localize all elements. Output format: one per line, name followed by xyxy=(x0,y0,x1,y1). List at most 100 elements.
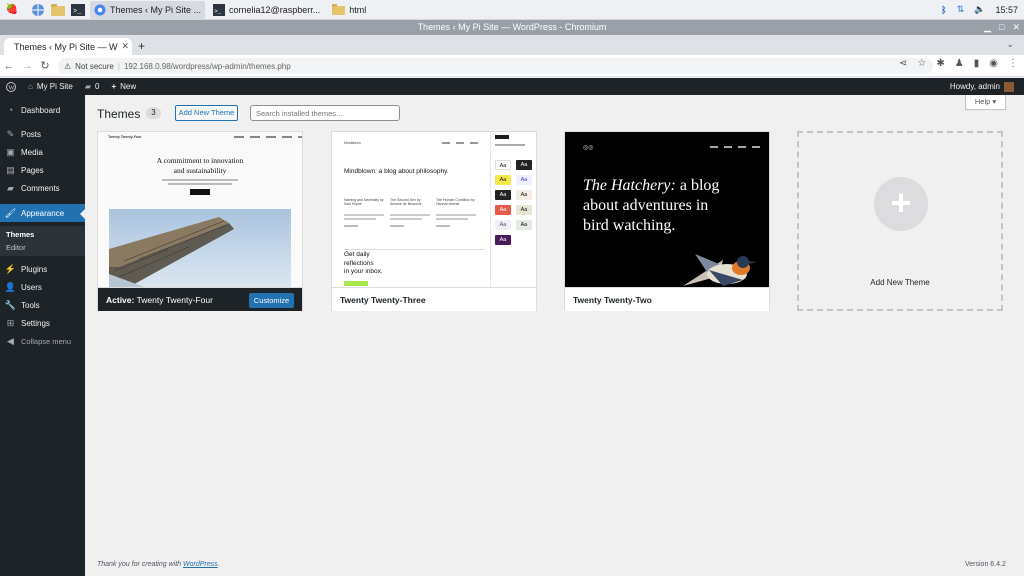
sidebar-item-pages[interactable]: ▤ Pages xyxy=(0,161,85,179)
theme-card-twenty-twenty-two[interactable]: ◎◎ The Hatchery: a blog about adventures… xyxy=(564,131,770,311)
side-panel-icon[interactable]: ▮ xyxy=(974,58,980,69)
sidebar-item-label: Pages xyxy=(21,165,44,175)
profile-icon[interactable]: ◉ xyxy=(989,58,998,69)
add-new-theme-label[interactable]: Add New Theme xyxy=(799,278,1001,287)
sidebar-item-dashboard[interactable]: ◔ Dashboard xyxy=(0,101,85,119)
theme-card-twenty-twenty-three[interactable]: Mindblown Mindblown: a blog about philos… xyxy=(331,131,537,311)
preview-text-line xyxy=(344,214,384,216)
style-swatch: Aa xyxy=(516,175,532,185)
sidebar-item-label: Media xyxy=(21,147,43,157)
preview-site-title: Twenty Twenty-Four xyxy=(108,135,142,139)
sidebar-item-appearance[interactable]: 🖌 Appearance xyxy=(0,204,85,222)
media-icon: ▣ xyxy=(6,146,15,157)
sidebar-item-comments[interactable]: ▰ Comments xyxy=(0,179,85,197)
taskbar-task-chromium[interactable]: Themes ‹ My Pi Site ... xyxy=(90,0,206,19)
network-icon[interactable]: ⇅ xyxy=(957,4,965,15)
new-content-link[interactable]: + New xyxy=(105,78,142,95)
security-label[interactable]: Not secure xyxy=(75,62,114,71)
submenu-item-themes[interactable]: Themes xyxy=(6,230,34,239)
volume-icon[interactable]: 🔈 xyxy=(974,4,985,15)
preview-text-line xyxy=(390,218,422,220)
theme-screenshot[interactable]: ◎◎ The Hatchery: a blog about adventures… xyxy=(565,132,769,287)
clock[interactable]: 15:57 xyxy=(995,5,1018,15)
taskbar-task-terminal[interactable]: >_ cornelia12@raspberr... xyxy=(209,1,324,19)
preview-text-line xyxy=(436,218,468,220)
back-icon[interactable]: ← xyxy=(0,60,18,72)
settings-icon: ⊞ xyxy=(6,317,15,328)
new-label: New xyxy=(120,82,137,91)
sidebar-item-posts[interactable]: ✎ Posts xyxy=(0,125,85,143)
page-title: Themes xyxy=(97,107,141,121)
tab-close-icon[interactable]: ✕ xyxy=(122,41,130,52)
terminal-icon: >_ xyxy=(213,3,226,16)
sidebar-item-media[interactable]: ▣ Media xyxy=(0,143,85,161)
preview-subscribe-button xyxy=(344,281,368,286)
footer-thanks-suffix: . xyxy=(217,561,220,568)
browser-menu-icon[interactable]: ⋮ xyxy=(1008,58,1018,69)
customize-button[interactable]: Customize xyxy=(249,293,294,308)
sidebar-item-plugins[interactable]: ⚡ Plugins xyxy=(0,260,85,278)
warning-icon[interactable]: ⚠ xyxy=(64,62,71,71)
preview-date xyxy=(344,225,358,227)
tab-search-icon[interactable]: ⌄ xyxy=(1006,39,1014,50)
plus-icon: + xyxy=(111,82,117,91)
bookmark-star-icon[interactable]: ☆ xyxy=(917,58,926,69)
sidebar-item-label: Settings xyxy=(21,318,50,328)
preview-headline-1: A commitment to innovation xyxy=(156,156,244,165)
terminal-launcher-icon[interactable]: >_ xyxy=(70,2,86,18)
raspberry-menu-icon[interactable]: 🍓 xyxy=(4,2,20,18)
pin-icon: ✎ xyxy=(6,128,15,139)
add-new-theme-card[interactable]: + Add New Theme xyxy=(797,131,1003,311)
wp-logo-icon[interactable]: W xyxy=(0,78,22,95)
window-title: Themes ‹ My Pi Site — WordPress - Chromi… xyxy=(417,22,607,32)
task-label: cornelia12@raspberr... xyxy=(229,4,321,15)
maximize-icon[interactable]: □ xyxy=(999,20,1004,35)
bluetooth-icon[interactable]: ᛒ xyxy=(941,5,946,15)
browser-launcher-icon[interactable] xyxy=(30,2,46,18)
theme-screenshot[interactable]: Twenty Twenty-Four A commitment to innov… xyxy=(98,132,302,287)
sidebar-item-tools[interactable]: 🔧 Tools xyxy=(0,296,85,314)
wordpress-link[interactable]: WordPress xyxy=(183,561,218,568)
sidebar-item-settings[interactable]: ⊞ Settings xyxy=(0,314,85,332)
extensions-icon[interactable]: ✱ xyxy=(936,58,944,69)
style-swatch: Aa xyxy=(516,220,532,230)
minimize-icon[interactable]: ▁ xyxy=(984,20,991,35)
sidebar-collapse-menu[interactable]: ◀ Collapse menu xyxy=(0,332,85,350)
file-manager-icon[interactable] xyxy=(50,2,66,18)
preview-text-line xyxy=(344,218,376,220)
reload-icon[interactable]: ↻ xyxy=(36,59,54,72)
add-new-theme-button[interactable]: Add New Theme xyxy=(175,105,238,121)
browser-tab[interactable]: W Themes ‹ My Pi Site — W ✕ xyxy=(4,38,132,55)
preview-site-title: Mindblown xyxy=(344,141,361,145)
extension-pin-icon[interactable]: ♟ xyxy=(955,58,964,69)
sidebar-item-label: Dashboard xyxy=(21,105,61,115)
help-tab-button[interactable]: Help ▾ xyxy=(965,95,1006,110)
theme-name: Twenty Twenty-Two xyxy=(565,287,769,311)
taskbar-task-files[interactable]: html xyxy=(328,1,370,19)
submenu-item-editor[interactable]: Editor xyxy=(6,243,26,252)
preview-text-line xyxy=(436,214,476,216)
style-swatch: Aa xyxy=(516,160,532,170)
sidebar-item-users[interactable]: 👤 Users xyxy=(0,278,85,296)
share-icon[interactable]: ⋖ xyxy=(899,58,907,69)
url-text[interactable]: 192.168.0.98/wordpress/wp-admin/themes.p… xyxy=(124,62,291,71)
theme-search-input[interactable] xyxy=(250,105,400,121)
site-name: My Pi Site xyxy=(36,82,73,91)
new-tab-icon[interactable]: + xyxy=(138,39,145,53)
sidebar-item-label: Tools xyxy=(21,300,40,310)
theme-screenshot[interactable]: Mindblown Mindblown: a blog about philos… xyxy=(332,132,536,287)
forward-icon[interactable]: → xyxy=(18,60,36,72)
account-menu[interactable]: Howdy, admin xyxy=(950,78,1014,95)
preview-date xyxy=(436,225,450,227)
preview-architecture-image xyxy=(109,209,291,287)
theme-card-twenty-twenty-four[interactable]: Twenty Twenty-Four A commitment to innov… xyxy=(97,131,303,311)
plus-icon[interactable]: + xyxy=(874,177,928,231)
site-name-link[interactable]: ⌂ My Pi Site xyxy=(22,78,79,95)
task-label: Themes ‹ My Pi Site ... xyxy=(110,4,202,15)
close-window-icon[interactable]: ✕ xyxy=(1012,20,1020,35)
preview-get-line: Get daily xyxy=(344,251,370,258)
comments-link[interactable]: ▰ 0 xyxy=(79,78,106,95)
preview-get-line: in your inbox. xyxy=(344,268,383,275)
comment-icon: ▰ xyxy=(7,182,14,193)
address-bar[interactable]: ⚠ Not secure | 192.168.0.98/wordpress/wp… xyxy=(58,58,933,74)
